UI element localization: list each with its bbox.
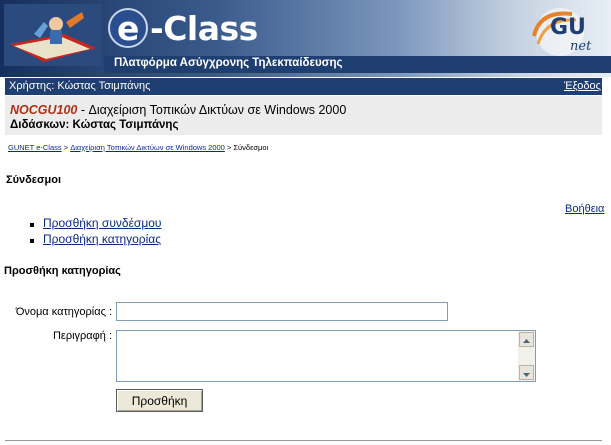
page-title: Σύνδεσμοι — [6, 174, 62, 186]
scroll-up-button[interactable] — [519, 332, 534, 347]
breadcrumb-current: Σύνδεσμοι — [233, 143, 269, 152]
eclass-logo-icon — [4, 4, 102, 66]
help-link[interactable]: Βοήθεια — [565, 203, 604, 215]
form-heading: Προσθήκη κατηγορίας — [4, 265, 121, 277]
description-label: Περιγραφή : — [52, 330, 112, 342]
gunet-logo-sub: net — [570, 39, 592, 54]
footer-divider — [5, 440, 602, 441]
arrow-up-icon — [523, 339, 530, 343]
scroll-down-button[interactable] — [519, 365, 534, 380]
bullet-icon — [30, 223, 34, 227]
gunet-logo-main: GU — [550, 15, 586, 40]
add-category-button[interactable]: Προσθήκη — [116, 389, 203, 412]
breadcrumb-course[interactable]: Διαχείριση Τοπικών Δικτύων σε Windows 20… — [70, 143, 225, 152]
brand-title-rest: -Class — [150, 9, 258, 48]
breadcrumb-separator: > — [61, 143, 71, 152]
platform-subtitle: Πλατφόρμα Ασύγχρονης Τηλεκπαίδευσης — [114, 57, 343, 69]
breadcrumb: GUNET e-Class > Διαχείριση Τοπικών Δικτύ… — [8, 143, 268, 152]
category-name-label: Όνομα κατηγορίας : — [15, 306, 112, 318]
breadcrumb-home[interactable]: GUNET e-Class — [8, 143, 62, 152]
category-name-input[interactable] — [116, 302, 448, 321]
add-link-link[interactable]: Προσθήκη συνδέσμου — [43, 216, 161, 230]
course-title: NOCGU100 - Διαχείριση Τοπικών Δικτύων σε… — [10, 103, 346, 117]
course-code: NOCGU100 — [10, 103, 78, 117]
bullet-icon — [30, 239, 34, 243]
arrow-down-icon — [523, 373, 530, 377]
user-name: Χρήστης: Κώστας Τσιμπάνης — [9, 80, 151, 92]
logout-link[interactable]: Έξοδος — [564, 80, 601, 92]
brand-e-badge: e — [108, 8, 148, 48]
brand-title: e -Class — [108, 8, 258, 48]
description-scrollbar[interactable] — [518, 331, 535, 381]
gunet-logo-icon: GU net — [532, 8, 592, 56]
course-name: - Διαχείριση Τοπικών Δικτύων σε Windows … — [77, 103, 347, 117]
course-teachers: Διδάσκων: Κώστας Τσιμπάνης — [10, 119, 179, 131]
description-textarea[interactable] — [117, 331, 517, 381]
add-category-link[interactable]: Προσθήκη κατηγορίας — [43, 232, 161, 246]
